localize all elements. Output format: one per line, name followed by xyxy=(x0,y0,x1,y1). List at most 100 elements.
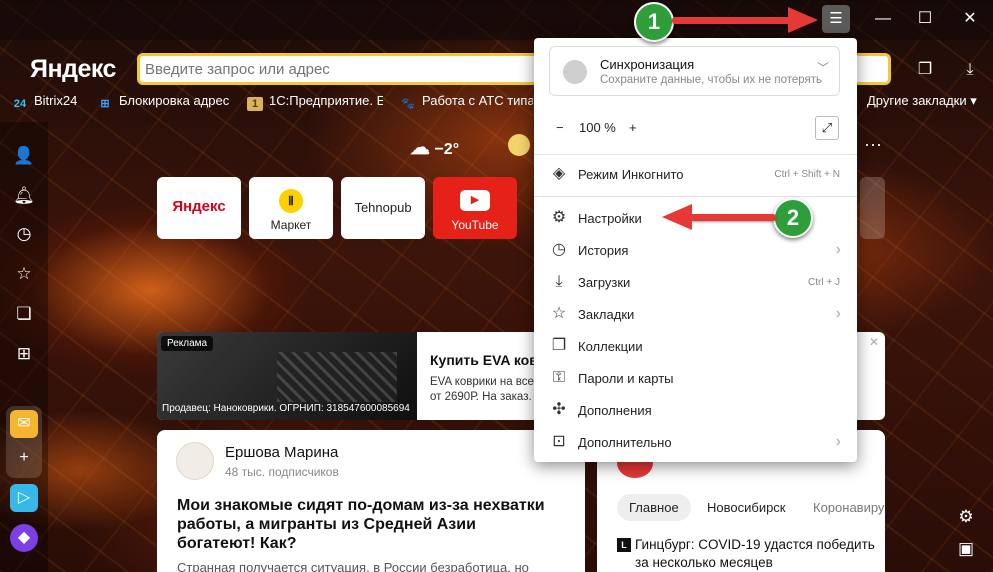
card-author[interactable]: Ершова Марина xyxy=(225,444,338,461)
user-avatar-icon xyxy=(563,60,587,84)
dog-icon: 🐾 xyxy=(401,98,415,110)
bookmark-star-icon: ☆ xyxy=(551,305,567,322)
tile-yandex[interactable]: Яндекс xyxy=(157,177,241,239)
tile-market[interactable]: Ⅱ Маркет xyxy=(249,177,333,239)
alice-app-icon[interactable]: ◆ xyxy=(10,524,38,552)
close-icon[interactable]: ✕ xyxy=(950,6,990,32)
hamburger-icon: ☰ xyxy=(829,10,843,27)
tile-tehnopub[interactable]: Tehnopub xyxy=(341,177,425,239)
ad-close-icon[interactable]: ✕ xyxy=(869,335,879,349)
menu-item-more[interactable]: ⊡ Дополнительно › xyxy=(534,428,857,458)
zoom-in-button[interactable]: + xyxy=(629,120,637,135)
chevron-right-icon: › xyxy=(835,241,841,258)
sync-block[interactable]: Синхронизация Сохраните данные, чтобы их… xyxy=(549,46,840,96)
mail-app-icon[interactable]: ✉ xyxy=(10,410,38,438)
tile-label: YouTube xyxy=(451,218,499,232)
bookmark-item[interactable]: 1 1С:Предприятие. Е xyxy=(247,93,383,111)
sync-title: Синхронизация xyxy=(600,57,695,72)
chevron-down-icon: ﹀ xyxy=(816,61,829,75)
arrow-1-shaft xyxy=(672,17,792,24)
news-tab-covid[interactable]: Коронавиру xyxy=(801,494,885,521)
fullscreen-icon[interactable]: ⤢ xyxy=(815,116,839,140)
zen-card[interactable]: Ершова Марина 48 тыс. подписчиков Мои зн… xyxy=(157,430,585,572)
menu-item-shortcut: Ctrl + J xyxy=(808,277,840,288)
menu-divider xyxy=(534,196,857,197)
card-text: Странная получается ситуация, в России б… xyxy=(177,560,529,572)
menu-item-shortcut: Ctrl + Shift + N xyxy=(774,169,840,180)
minimize-icon[interactable]: — xyxy=(863,6,903,32)
yandex-tile-logo: Яндекс xyxy=(172,198,226,215)
collections-icon: ❐ xyxy=(551,337,567,354)
card-subscribers: 48 тыс. подписчиков xyxy=(225,465,339,479)
menu-item-collections[interactable]: ❐ Коллекции xyxy=(534,332,857,362)
menu-item-label: Пароли и карты xyxy=(578,371,674,386)
market-logo-icon: Ⅱ xyxy=(279,189,303,213)
bookmark-item[interactable]: 24 Bitrix24 xyxy=(12,93,92,111)
search-input[interactable] xyxy=(145,56,535,82)
windows-icon: ⊞ xyxy=(100,98,110,110)
youtube-play-icon: ▶ xyxy=(460,190,490,211)
more-icon: ⊡ xyxy=(552,433,566,450)
profile-icon[interactable]: 👤 xyxy=(12,144,36,168)
tile-add-partial[interactable] xyxy=(860,177,885,239)
menu-item-label: Режим Инкогнито xyxy=(578,167,684,182)
bookmark-item[interactable]: 🐾 Работа с АТС типа xyxy=(400,93,533,111)
moon-icon xyxy=(508,134,530,156)
step-badge-1: 1 xyxy=(634,2,674,42)
chevron-right-icon: › xyxy=(835,305,841,322)
left-sidebar: 👤 🔔︎ ◷ ☆ ❏ ⊞ ✉ + ▷ ◆ xyxy=(0,122,48,572)
tile-label: Маркет xyxy=(270,218,312,232)
maximize-icon[interactable]: ☐ xyxy=(905,6,945,32)
gear-icon[interactable]: ⚙ xyxy=(955,506,977,528)
menu-item-downloads[interactable]: ⤓ Загрузки Ctrl + J xyxy=(534,268,857,298)
more-dots-icon[interactable]: ··· xyxy=(864,134,882,155)
star-icon[interactable]: ☆ xyxy=(12,262,36,286)
menu-item-bookmarks[interactable]: ☆ Закладки › xyxy=(534,300,857,330)
news-item[interactable]: Гинцбург: COVID-19 удастся победить за н… xyxy=(635,536,875,572)
zoom-row: − 100 % + ⤢ xyxy=(534,116,857,142)
tile-youtube[interactable]: ▶ YouTube xyxy=(433,177,517,239)
ad-tag: Реклама xyxy=(161,336,214,351)
apps-icon[interactable]: ⊞ xyxy=(12,342,36,366)
1c-icon: 1 xyxy=(247,97,263,111)
puzzle-icon: ✣ xyxy=(552,401,566,418)
tile-label: Tehnopub xyxy=(354,200,412,215)
arrow-2-head xyxy=(662,204,692,230)
news-source-icon: L xyxy=(617,538,631,552)
image-icon[interactable]: ▣ xyxy=(955,538,977,560)
menu-item-label: Загрузки xyxy=(578,275,631,290)
bookmark-item[interactable]: ⊞ Блокировка адрес xyxy=(97,93,232,111)
menu-item-label: Настройки xyxy=(578,211,642,226)
incognito-icon: ◈ xyxy=(552,165,566,182)
messenger-app-icon[interactable]: ▷ xyxy=(10,484,38,512)
collections-icon[interactable]: ❐ xyxy=(913,58,937,82)
weather-temp: −2° xyxy=(434,141,460,158)
bell-icon[interactable]: 🔔︎ xyxy=(12,184,36,208)
zoom-out-button[interactable]: − xyxy=(556,120,564,135)
add-app-icon[interactable]: + xyxy=(10,444,38,472)
other-bookmarks[interactable]: Другие закладки ▾ xyxy=(867,93,977,109)
history-icon[interactable]: ◷ xyxy=(12,222,36,246)
download-icon: ⤓ xyxy=(555,273,563,290)
notes-icon[interactable]: ❏ xyxy=(12,302,36,326)
browser-menu-button[interactable]: ☰ xyxy=(822,5,850,33)
news-tab-main[interactable]: Главное xyxy=(617,494,691,521)
menu-item-extensions[interactable]: ✣ Дополнения xyxy=(534,396,857,426)
menu-item-label: Коллекции xyxy=(578,339,643,354)
cloud-sun-icon: ☁ xyxy=(410,137,430,159)
menu-item-label: Дополнения xyxy=(578,403,652,418)
news-tab-city[interactable]: Новосибирск xyxy=(695,494,798,521)
menu-item-passwords[interactable]: ⚿ Пароли и карты xyxy=(534,364,857,394)
menu-item-incognito[interactable]: ◈ Режим Инкогнито Ctrl + Shift + N xyxy=(534,160,857,190)
zoom-value: 100 % xyxy=(579,120,616,135)
menu-item-history[interactable]: ◷ История › xyxy=(534,236,857,266)
bitrix-icon: 24 xyxy=(13,98,27,110)
yandex-logo[interactable]: Яндекс xyxy=(30,55,116,84)
menu-item-label: Закладки xyxy=(578,307,635,322)
card-title[interactable]: Мои знакомые сидят по-домам из-за нехват… xyxy=(177,496,557,553)
download-icon[interactable]: ⤓ xyxy=(958,58,982,82)
weather-widget[interactable]: ☁ −2° xyxy=(410,135,459,160)
step-badge-2: 2 xyxy=(773,198,813,238)
ad-seller: Продавец: Наноковрики. ОГРНИП: 318547600… xyxy=(162,403,410,414)
menu-divider xyxy=(534,154,857,155)
